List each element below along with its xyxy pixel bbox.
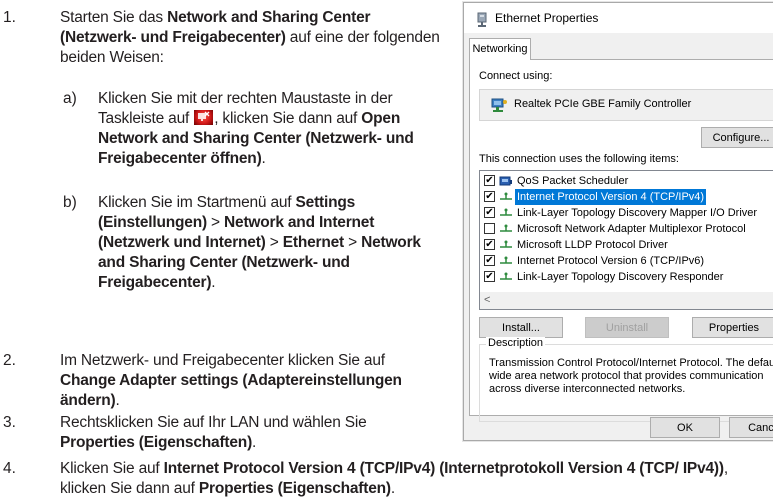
step-2-text: Im Netzwerk- und Freigabecenter klicken … xyxy=(60,351,440,411)
step-3-post: . xyxy=(252,434,257,451)
list-item-lltd-mapper[interactable]: ✔ Link-Layer Topology Discovery Mapper I… xyxy=(482,205,773,221)
step-2-post: . xyxy=(115,392,120,409)
step-1-text: Starten Sie das Network and Sharing Cent… xyxy=(60,8,440,68)
install-button[interactable]: Install... xyxy=(479,317,563,338)
ok-button[interactable]: OK xyxy=(650,417,720,438)
scroll-left-icon[interactable]: < xyxy=(484,294,490,306)
step-3-text: Rechtsklicken Sie auf Ihr LAN und wählen… xyxy=(60,413,440,453)
step-4-post: . xyxy=(390,480,395,497)
step-4-pre: Klicken Sie auf xyxy=(60,460,164,477)
list-item-lltd-responder[interactable]: ✔ Link-Layer Topology Discovery Responde… xyxy=(482,269,773,285)
protocol-icon xyxy=(500,256,512,264)
step-2-number: 2. xyxy=(3,352,16,369)
list-item-multiplexor[interactable]: Microsoft Network Adapter Multiplexor Pr… xyxy=(482,221,773,237)
item-label: Microsoft Network Adapter Multiplexor Pr… xyxy=(517,223,746,235)
protocol-icon xyxy=(500,224,512,232)
item-label: Internet Protocol Version 6 (TCP/IPv6) xyxy=(517,255,705,267)
network-adapter-icon xyxy=(475,12,489,31)
list-item-qos-packet-scheduler[interactable]: ✔ QoS Packet Scheduler xyxy=(482,173,773,189)
tab-networking[interactable]: Networking xyxy=(469,38,531,60)
step-3-pre: Rechtsklicken Sie auf Ihr LAN und wählen… xyxy=(60,414,367,431)
configure-button[interactable]: Configure... xyxy=(701,127,773,148)
description-group: Description Transmission Control Protoco… xyxy=(479,337,773,422)
step-4-number: 4. xyxy=(3,460,16,477)
item-checkbox[interactable]: ✔ xyxy=(484,239,495,250)
description-text: Transmission Control Protocol/Internet P… xyxy=(489,357,773,395)
dialog-title: Ethernet Properties xyxy=(495,11,599,25)
step-4-text: Klicken Sie auf Internet Protocol Versio… xyxy=(60,459,772,499)
step-1b-sep-1: > xyxy=(206,214,225,231)
list-horizontal-scrollbar[interactable]: < > xyxy=(480,292,773,309)
step-1a-label: a) xyxy=(63,90,77,107)
item-label: Link-Layer Topology Discovery Responder xyxy=(517,271,724,283)
protocol-icon xyxy=(500,240,512,248)
step-1b-sep-2: > xyxy=(265,234,283,251)
adapter-name: Realtek PCIe GBE Family Controller xyxy=(514,98,692,110)
uninstall-button[interactable]: Uninstall xyxy=(585,317,669,338)
step-1b-label: b) xyxy=(63,194,77,211)
step-1-number: 1. xyxy=(3,9,16,26)
dialog-body: Networking Connect using: Realtek PCIe G… xyxy=(464,33,773,440)
step-3-bold: Properties (Eigenschaften) xyxy=(60,434,253,451)
cancel-button[interactable]: Cance xyxy=(729,417,773,438)
step-4-bold-1: Internet Protocol Version 4 (TCP/IPv4) (… xyxy=(163,460,724,477)
qos-icon xyxy=(499,176,512,186)
protocol-icon xyxy=(500,208,512,216)
components-list[interactable]: ✔ QoS Packet Scheduler ✔ Internet Protoc… xyxy=(479,170,773,310)
item-checkbox[interactable] xyxy=(484,223,495,234)
step-1a-text: Klicken Sie mit der rechten Maustaste in… xyxy=(98,89,446,169)
step-1a-mid: , klicken Sie dann auf xyxy=(214,110,362,127)
adapter-box: Realtek PCIe GBE Family Controller xyxy=(479,89,773,121)
item-checkbox[interactable]: ✔ xyxy=(484,175,495,186)
step-1-pre: Starten Sie das xyxy=(60,9,168,26)
description-label: Description xyxy=(486,337,546,349)
item-checkbox[interactable]: ✔ xyxy=(484,255,495,266)
properties-button[interactable]: Properties xyxy=(692,317,773,338)
protocol-icon xyxy=(500,192,512,200)
item-label: QoS Packet Scheduler xyxy=(517,175,629,187)
item-label: Internet Protocol Version 4 (TCP/IPv4) xyxy=(515,189,707,205)
step-1b-pre: Klicken Sie im Startmenü auf xyxy=(98,194,296,211)
networking-panel: Connect using: Realtek PCIe GBE Family C… xyxy=(469,59,773,422)
protocol-icon xyxy=(500,272,512,280)
step-4-bold-2: Properties (Eigenschaften) xyxy=(198,480,391,497)
item-checkbox[interactable]: ✔ xyxy=(484,207,495,218)
items-label: This connection uses the following items… xyxy=(479,153,679,165)
item-checkbox[interactable]: ✔ xyxy=(484,191,495,202)
ethernet-properties-dialog: Ethernet Properties Networking Connect u… xyxy=(463,2,773,441)
step-1a-post: . xyxy=(261,150,266,167)
list-item-ipv4[interactable]: ✔ Internet Protocol Version 4 (TCP/IPv4) xyxy=(482,189,773,205)
item-checkbox[interactable]: ✔ xyxy=(484,271,495,282)
step-2-pre: Im Netzwerk- und Freigabecenter klicken … xyxy=(60,352,385,369)
connect-using-label: Connect using: xyxy=(479,70,553,82)
step-1b-bold-3: Ethernet xyxy=(282,234,344,251)
item-label: Microsoft LLDP Protocol Driver xyxy=(517,239,668,251)
list-item-ipv6[interactable]: ✔ Internet Protocol Version 6 (TCP/IPv6) xyxy=(482,253,773,269)
dialog-title-bar[interactable]: Ethernet Properties xyxy=(464,3,773,33)
step-1b-post: . xyxy=(211,274,216,291)
realtek-adapter-icon xyxy=(490,97,508,116)
step-3-number: 3. xyxy=(3,414,16,431)
network-tray-icon xyxy=(194,110,214,125)
step-1b-sep-3: > xyxy=(344,234,362,251)
step-2-bold: Change Adapter settings (Adaptereinstell… xyxy=(60,372,402,409)
step-1b-text: Klicken Sie im Startmenü auf Settings (E… xyxy=(98,193,446,293)
item-label: Link-Layer Topology Discovery Mapper I/O… xyxy=(517,207,758,219)
list-item-lldp[interactable]: ✔ Microsoft LLDP Protocol Driver xyxy=(482,237,773,253)
